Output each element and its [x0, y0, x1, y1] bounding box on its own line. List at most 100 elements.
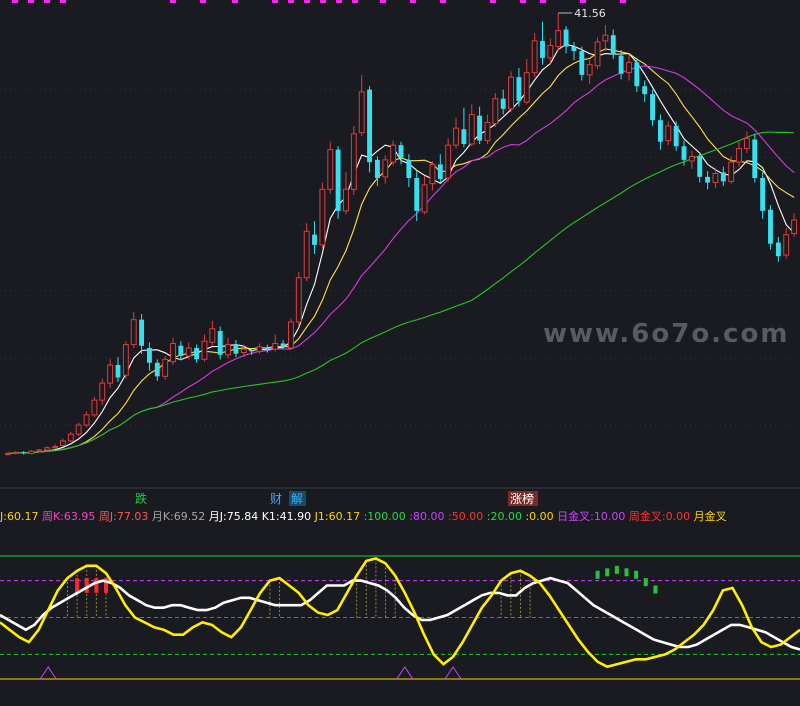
readout-value: 100.00 [367, 510, 409, 523]
candle-body [264, 348, 270, 350]
candle [52, 444, 59, 449]
candle [775, 236, 781, 262]
candle-body [453, 127, 459, 146]
candle-body [335, 149, 341, 211]
candle [154, 359, 160, 381]
top-tick [440, 0, 446, 3]
candle-body [531, 40, 538, 74]
green-block [605, 568, 610, 577]
candle [75, 422, 82, 437]
red-block [75, 578, 80, 593]
readout-label: J: [0, 510, 7, 523]
candle [406, 154, 412, 188]
readout-value: 0.00 [529, 510, 557, 523]
candle-body [429, 163, 436, 185]
candle-body [688, 155, 695, 162]
candle [760, 172, 766, 219]
readout-value: 75.84 [227, 510, 262, 523]
candle [540, 21, 545, 65]
candle [743, 131, 750, 154]
candle [453, 117, 459, 149]
kd-yellow-line [0, 557, 800, 669]
candle [83, 411, 90, 428]
moving-average-lines [7, 43, 795, 454]
readout-line: J:60.17 周K:63.95 周J:77.03 月K:69.52 月J:75… [0, 509, 727, 523]
candle [295, 272, 302, 327]
kd-white-line [0, 576, 800, 651]
candle-body [579, 51, 585, 75]
candle-body [115, 365, 121, 378]
candle [146, 342, 152, 371]
readout-value: 50.00 [452, 510, 487, 523]
green-block [624, 568, 629, 577]
candle-body [83, 414, 90, 426]
candle-series [4, 12, 798, 456]
top-tick [28, 0, 34, 3]
candle-body [720, 172, 726, 182]
candle-body [516, 77, 522, 101]
candle-body [44, 447, 51, 451]
candle [233, 340, 239, 358]
top-tick [12, 0, 18, 3]
top-tick [288, 0, 294, 3]
candle-body [60, 440, 66, 446]
candle [272, 334, 279, 352]
candle [115, 357, 121, 382]
top-tick [352, 0, 358, 3]
tag-label: 财 [270, 492, 282, 506]
ma10-line [7, 48, 795, 454]
top-tick [272, 0, 278, 3]
candle-body [256, 346, 263, 352]
candle [367, 86, 372, 173]
candle [421, 175, 428, 215]
candle-body [122, 344, 129, 376]
top-tick [60, 0, 66, 3]
ma60-line [7, 131, 795, 454]
top-tick [410, 0, 416, 3]
candle-body [303, 230, 310, 279]
candle-body [107, 364, 114, 384]
candle [162, 355, 169, 380]
candle-body [288, 321, 294, 349]
candle [602, 25, 609, 52]
candle-body [75, 424, 82, 435]
tag-label: 解 [291, 492, 303, 506]
candle [500, 89, 506, 115]
top-tick [44, 0, 50, 3]
candle [178, 341, 184, 361]
candle [650, 89, 656, 126]
candle-body [21, 452, 27, 454]
candle [194, 344, 200, 363]
candle [201, 334, 208, 362]
high-price-marker: 41.56 [558, 7, 606, 20]
top-tick [620, 0, 626, 3]
candle-body [736, 148, 742, 163]
candle [594, 37, 601, 70]
candle-body [67, 433, 74, 442]
top-tick [170, 0, 176, 3]
top-tick [520, 0, 526, 3]
candle [634, 57, 640, 92]
candle-body [705, 176, 711, 183]
tag-label: 跌 [135, 491, 147, 506]
readout-label: 月J: [209, 510, 227, 523]
top-tick [304, 0, 310, 3]
candle-body [760, 178, 766, 211]
candle-body [374, 159, 380, 178]
candle-body [634, 62, 640, 87]
candle-body [178, 345, 184, 356]
candle [477, 106, 483, 144]
readout-value: 77.03 [117, 510, 152, 523]
top-tick [232, 0, 238, 3]
red-block [94, 578, 99, 593]
candle-body [162, 358, 169, 377]
candle-body [249, 350, 255, 352]
candle-body [406, 159, 412, 178]
candle-body [233, 344, 239, 354]
candle-body [523, 72, 530, 103]
candle-body [139, 319, 145, 346]
candle-body [170, 342, 176, 363]
candle [382, 155, 389, 184]
candle-body [130, 319, 137, 346]
candle [437, 154, 443, 183]
